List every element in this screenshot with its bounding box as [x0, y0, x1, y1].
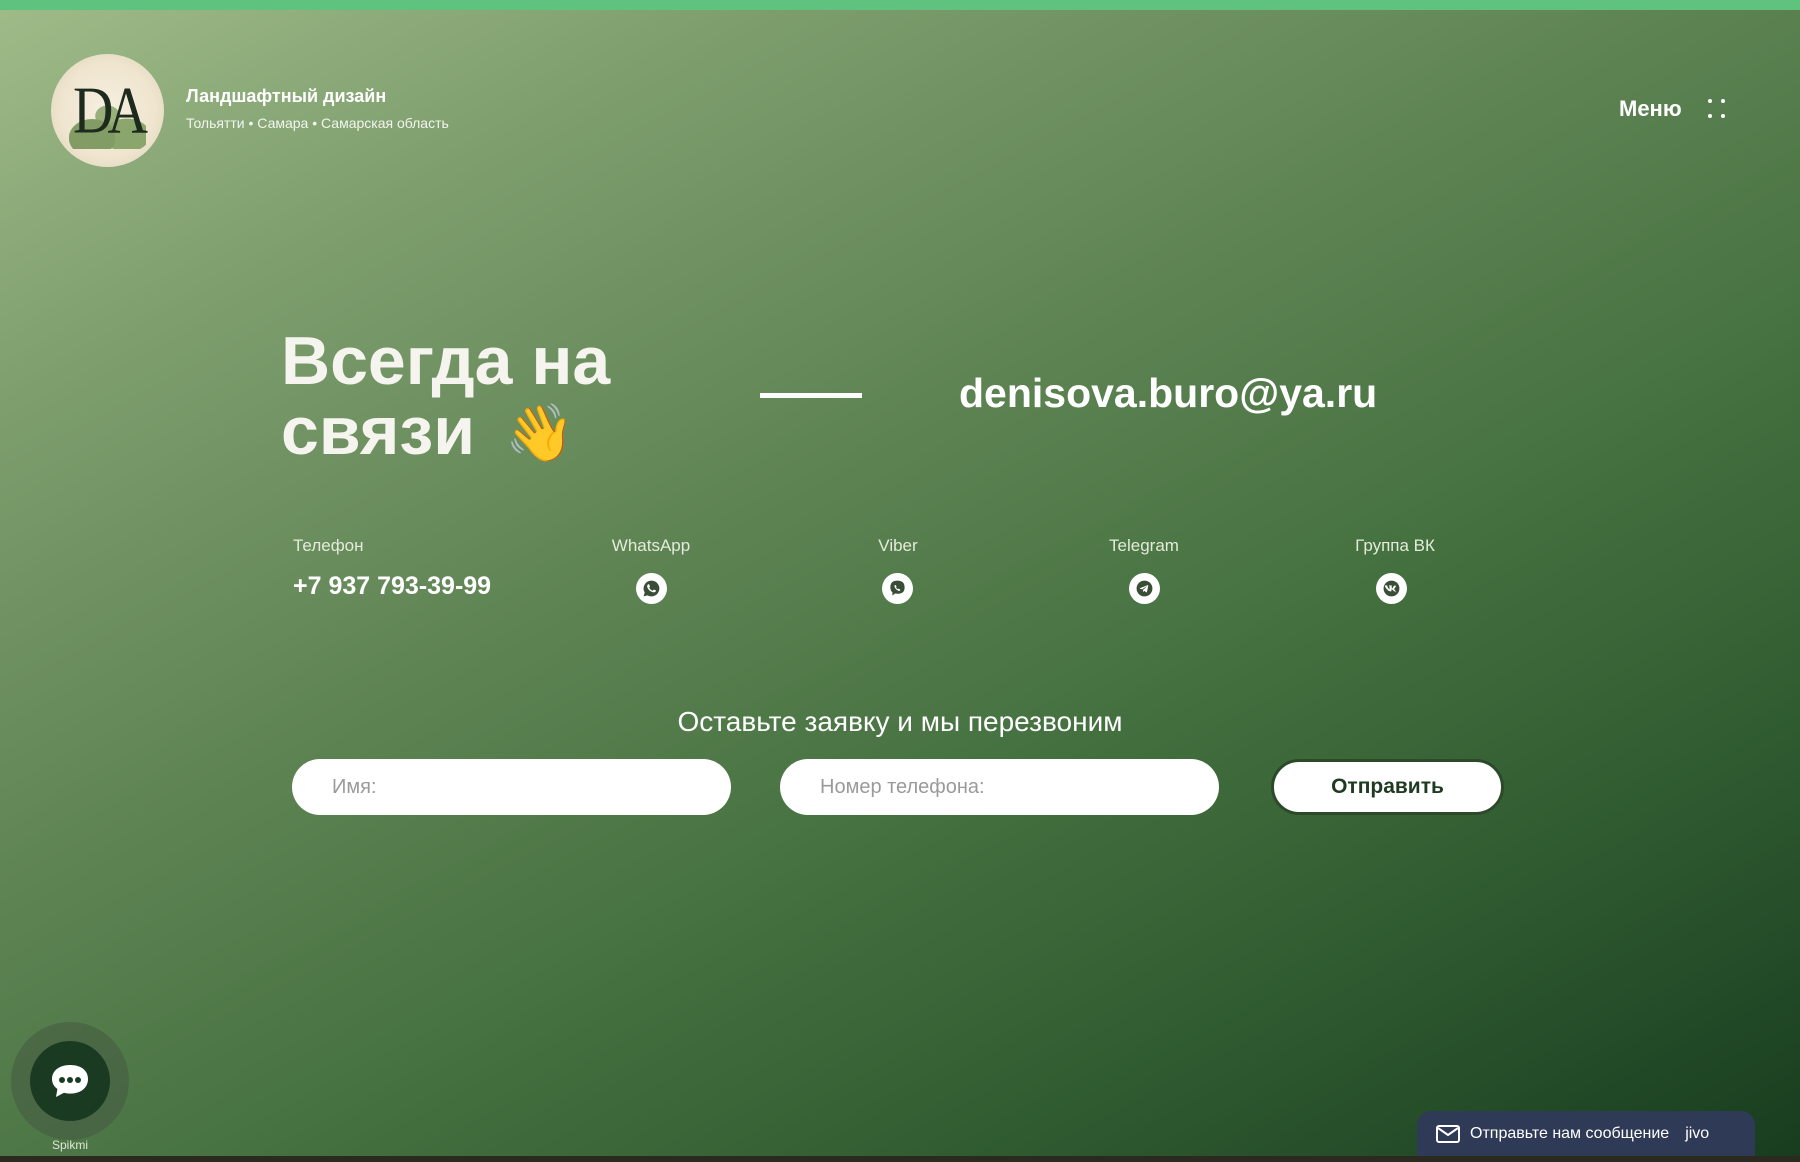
jivo-chat-button[interactable]: Отправьте нам сообщение jivo	[1417, 1111, 1755, 1157]
viber-icon[interactable]	[882, 573, 913, 604]
phone-number-link[interactable]: +7 937 793-39-99	[293, 572, 491, 601]
waving-hand-icon: 👋	[505, 401, 575, 464]
menu-dots-icon	[1707, 99, 1726, 119]
phone-label: Телефон	[293, 536, 364, 555]
envelope-icon	[1436, 1125, 1460, 1143]
name-input[interactable]	[292, 759, 731, 815]
menu-label: Меню	[1619, 96, 1682, 121]
bottom-edge	[0, 1156, 1800, 1162]
menu-button[interactable]: Меню	[1619, 96, 1726, 122]
chat-widget-label: Spikmi	[51, 1138, 88, 1152]
vk-icon[interactable]	[1376, 573, 1407, 604]
telegram-icon[interactable]	[1129, 573, 1160, 604]
hero-headline-line1: Всегда на	[281, 323, 611, 399]
whatsapp-icon[interactable]	[636, 573, 667, 604]
email-link[interactable]: denisova.buro@ya.ru	[959, 370, 1377, 417]
hero-divider	[760, 393, 862, 398]
hero-headline-line2: связи	[281, 393, 476, 469]
site-logo[interactable]: DA	[51, 54, 164, 167]
jivo-brand: jivo	[1685, 1125, 1710, 1142]
hero-headline: Всегда на связи 👋	[281, 326, 610, 470]
top-accent-line	[0, 0, 1800, 10]
callback-form-title: Оставьте заявку и мы перезвоним	[677, 706, 1123, 737]
brand-subtitle: Тольятти • Самара • Самарская область	[186, 115, 449, 131]
viber-label: Viber	[878, 536, 918, 555]
chat-bubble-icon	[52, 1065, 88, 1097]
whatsapp-label: WhatsApp	[611, 536, 691, 555]
vk-label: Группа ВК	[1355, 536, 1435, 555]
telegram-label: Telegram	[1109, 536, 1179, 555]
phone-input[interactable]	[780, 759, 1219, 815]
submit-button[interactable]: Отправить	[1271, 759, 1504, 815]
chat-open-button[interactable]	[30, 1041, 110, 1121]
jivo-label: Отправьте нам сообщение	[1470, 1125, 1670, 1142]
brand-title: Ландшафтный дизайн	[186, 86, 387, 106]
logo-monogram: DA	[73, 73, 148, 148]
